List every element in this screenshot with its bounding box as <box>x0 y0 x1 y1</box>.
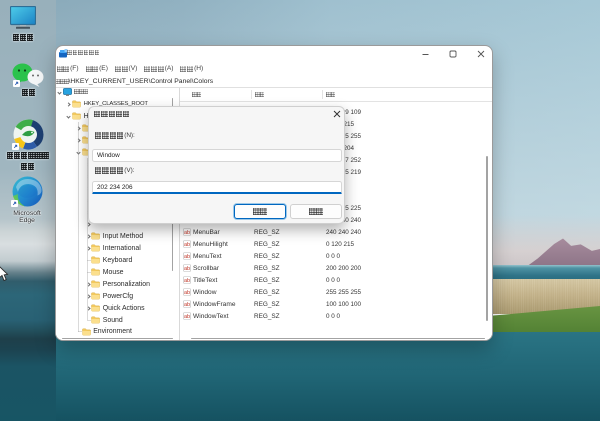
svg-text:ab: ab <box>184 302 190 308</box>
svg-text:ab: ab <box>184 278 190 284</box>
svg-text:ab: ab <box>184 290 190 296</box>
svg-text:ab: ab <box>184 230 190 236</box>
svg-text:ab: ab <box>184 254 190 260</box>
svg-text:ab: ab <box>184 242 190 248</box>
svg-text:ab: ab <box>184 266 190 272</box>
svg-text:ab: ab <box>184 314 190 320</box>
